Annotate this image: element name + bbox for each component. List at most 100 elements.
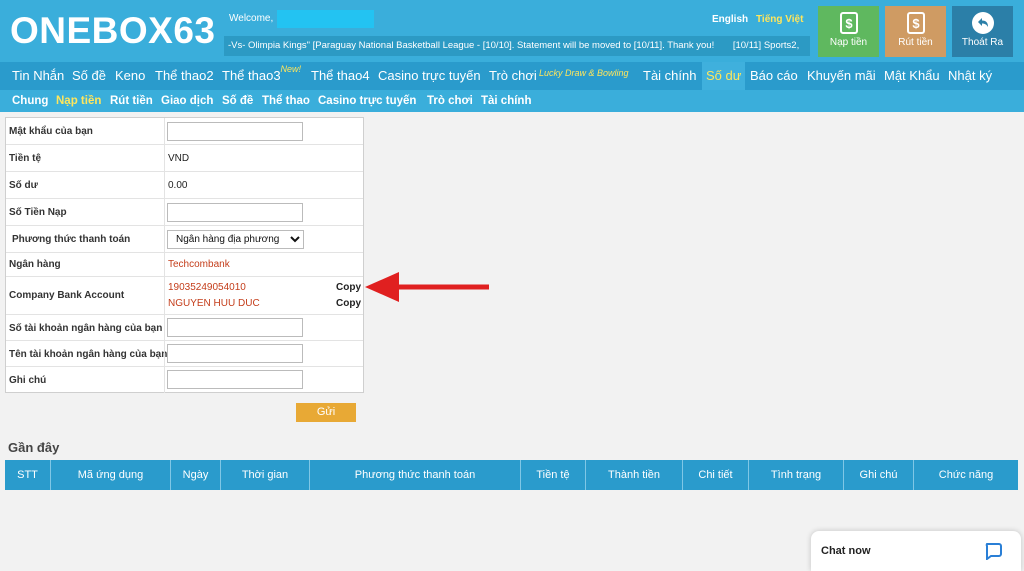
user-name-label: Tên tài khoản ngân hàng của bạn: [9, 349, 168, 360]
back-arrow-icon: [971, 12, 994, 34]
balance-label: Số dư: [9, 180, 38, 191]
method-row: Phương thức thanh toán Ngân hàng địa phư…: [6, 226, 363, 253]
svg-text:$: $: [912, 16, 920, 31]
account-number: 19035249054010: [168, 282, 246, 293]
nav-item-messages[interactable]: Tin Nhắn: [12, 62, 64, 90]
nav-item-promotions[interactable]: Khuyến mãi: [807, 62, 876, 90]
company-account-row: Company Bank Account 19035249054010 Copy…: [6, 277, 363, 315]
column-header[interactable]: Thành tiền: [586, 460, 683, 490]
amount-input[interactable]: [167, 203, 303, 222]
column-header[interactable]: Ghi chú: [844, 460, 914, 490]
user-account-row: Số tài khoản ngân hàng của bạn: [6, 315, 363, 341]
chat-label: Chat now: [821, 545, 871, 557]
currency-label: Tiền tệ: [9, 153, 42, 164]
deposit-button[interactable]: $ Nạp tiền: [818, 6, 879, 57]
nav-item-games[interactable]: Trò chơi: [489, 62, 537, 90]
column-header[interactable]: Chi tiết: [683, 460, 749, 490]
column-header[interactable]: Mã ứng dụng: [51, 460, 171, 490]
withdraw-button[interactable]: $ Rút tiền: [885, 6, 946, 57]
recent-section-title: Gần đây: [8, 440, 60, 455]
ticker-item: -Vs- Olimpia Kings" [Paraguay National B…: [228, 40, 715, 51]
subnav-item-transactions[interactable]: Giao dịch: [161, 90, 213, 112]
submit-button[interactable]: Gửi: [296, 403, 356, 422]
nav-item-sports3[interactable]: Thể thao3New!: [222, 62, 301, 90]
ticker-item: [10/11] Sports2,: [732, 40, 800, 51]
account-holder-name: NGUYEN HUU DUC: [168, 298, 260, 309]
note-row: Ghi chú: [6, 367, 363, 393]
method-label: Phương thức thanh toán: [12, 234, 131, 245]
column-header[interactable]: Tiền tệ: [521, 460, 586, 490]
column-header[interactable]: STT: [5, 460, 51, 490]
currency-row: Tiền tệ VND: [6, 145, 363, 172]
user-name-row: Tên tài khoản ngân hàng của bạn: [6, 341, 363, 367]
nav-item-sports2[interactable]: Thể thao2: [155, 62, 214, 90]
password-label: Mật khẩu của bạn: [9, 126, 93, 137]
site-logo[interactable]: ONEBOX63: [10, 10, 216, 52]
nav-item-finance[interactable]: Tài chính: [643, 62, 696, 90]
main-nav: Tin Nhắn Số đề Keno Thể thao2 Thể thao3N…: [0, 62, 1024, 90]
subnav-item-general[interactable]: Chung: [12, 90, 48, 112]
svg-text:$: $: [845, 16, 853, 31]
deposit-button-label: Nạp tiền: [829, 37, 868, 48]
nav-item-lottery[interactable]: Số đề: [72, 62, 106, 90]
note-input[interactable]: [167, 370, 303, 389]
balance-value: 0.00: [168, 180, 188, 191]
money-icon: $: [839, 12, 858, 34]
logout-button-label: Thoát Ra: [961, 37, 1004, 48]
nav-item-balance[interactable]: Số dư: [702, 62, 746, 90]
money-icon: $: [906, 12, 925, 34]
subnav-item-withdraw[interactable]: Rút tiền: [110, 90, 153, 112]
nav-item-sports4[interactable]: Thể thao4: [311, 62, 370, 90]
password-row: Mật khẩu của bạn: [6, 118, 363, 145]
logout-button[interactable]: Thoát Ra: [952, 6, 1013, 57]
nav-item-reports[interactable]: Báo cáo: [750, 62, 798, 90]
column-header[interactable]: Phương thức thanh toán: [310, 460, 521, 490]
amount-label: Số Tiền Nạp: [9, 207, 67, 218]
username-field: [277, 10, 374, 28]
news-ticker: -Vs- Olimpia Kings" [Paraguay National B…: [224, 36, 810, 56]
currency-value: VND: [168, 153, 190, 164]
lang-vietnamese-link[interactable]: Tiếng Việt: [756, 14, 803, 25]
column-header[interactable]: Ngày: [171, 460, 221, 490]
column-header[interactable]: Tình trạng: [749, 460, 844, 490]
column-header[interactable]: Chức năng: [914, 460, 1018, 490]
bank-name: Techcombank: [168, 259, 230, 270]
copy-account-number-button[interactable]: Copy: [336, 282, 361, 293]
copy-account-name-button[interactable]: Copy: [336, 298, 361, 309]
balance-row: Số dư 0.00: [6, 172, 363, 199]
payment-method-select[interactable]: Ngân hàng địa phương: [167, 230, 304, 249]
subnav-item-finance[interactable]: Tài chính: [481, 90, 531, 112]
subnav-item-deposit[interactable]: Nạp tiền: [56, 90, 101, 112]
new-badge: New!: [280, 64, 302, 74]
nav-item-keno[interactable]: Keno: [115, 62, 145, 90]
bank-row: Ngân hàng Techcombank: [6, 253, 363, 277]
chat-bubble-icon[interactable]: [984, 542, 1002, 560]
user-account-label: Số tài khoản ngân hàng của bạn: [9, 323, 163, 334]
password-input[interactable]: [167, 122, 303, 141]
note-label: Ghi chú: [9, 375, 47, 386]
recent-table-header: STT Mã ứng dụng Ngày Thời gian Phương th…: [5, 460, 1018, 490]
annotation-arrow-icon: [365, 272, 489, 302]
lang-english-link[interactable]: English: [712, 14, 748, 25]
deposit-form: Mật khẩu của bạn Tiền tệ VND Số dư 0.00 …: [5, 117, 364, 393]
user-name-input[interactable]: [167, 344, 303, 363]
user-account-input[interactable]: [167, 318, 303, 337]
nav-item-password[interactable]: Mật Khẩu: [884, 62, 940, 90]
lucky-draw-label[interactable]: Lucky Draw & Bowling: [539, 68, 629, 78]
nav-item-log[interactable]: Nhật ký: [948, 62, 992, 90]
welcome-text: Welcome,: [229, 13, 274, 24]
subnav-item-casino[interactable]: Casino trực tuyến: [318, 90, 416, 112]
subnav-item-lottery[interactable]: Số đề: [222, 90, 253, 112]
bank-label: Ngân hàng: [9, 259, 61, 270]
sub-nav: Chung Nạp tiền Rút tiền Giao dịch Số đề …: [0, 90, 1024, 112]
withdraw-button-label: Rút tiền: [898, 37, 933, 48]
chat-widget[interactable]: Chat now: [811, 531, 1021, 571]
amount-row: Số Tiền Nạp: [6, 199, 363, 226]
column-header[interactable]: Thời gian: [221, 460, 310, 490]
company-account-label: Company Bank Account: [9, 290, 125, 301]
nav-item-sports3-label: Thể thao3: [222, 68, 281, 83]
subnav-item-sports[interactable]: Thể thao: [262, 90, 310, 112]
subnav-item-games[interactable]: Trò chơi: [427, 90, 473, 112]
nav-item-casino[interactable]: Casino trực tuyến: [378, 62, 481, 90]
header: ONEBOX63 Welcome, -Vs- Olimpia Kings" [P…: [0, 0, 1024, 62]
